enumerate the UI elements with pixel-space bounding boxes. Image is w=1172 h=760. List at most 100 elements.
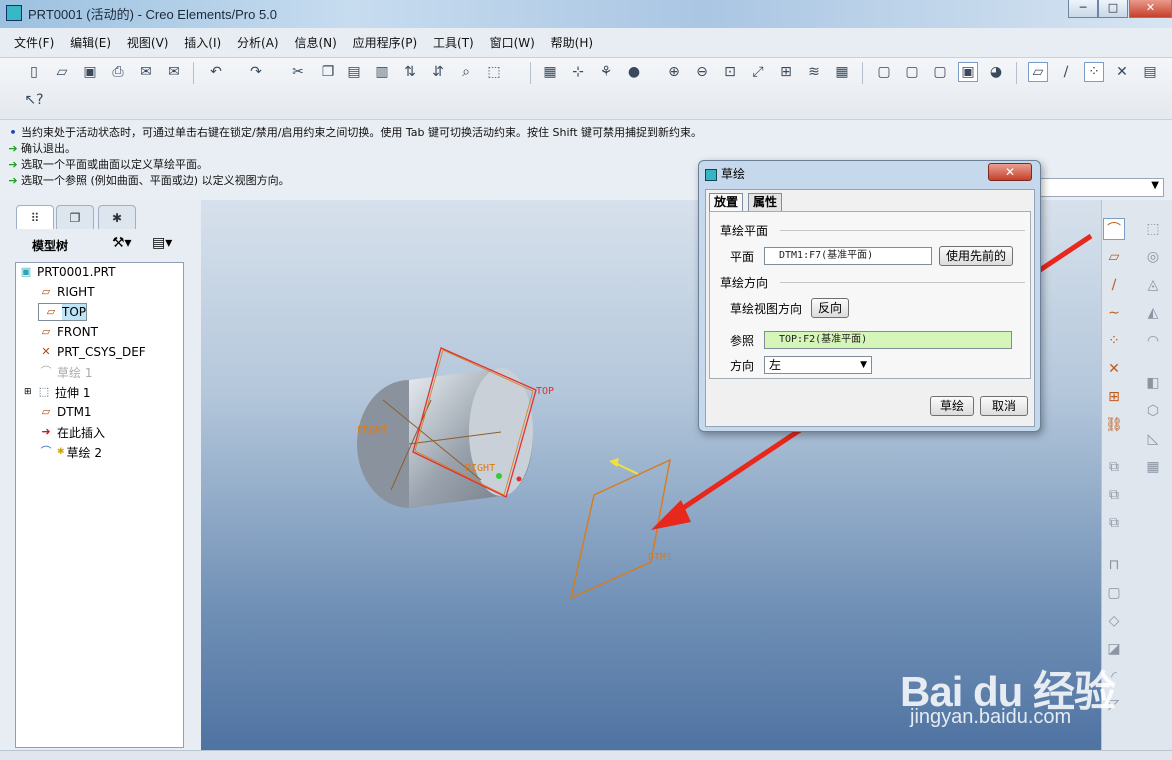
copy-icon[interactable]: ❐	[318, 62, 338, 82]
hidden-line-icon[interactable]: ▢	[902, 62, 922, 82]
hole-tool-icon[interactable]: ⊓	[1103, 554, 1125, 576]
wireframe-icon[interactable]: ▢	[874, 62, 894, 82]
tree-settings-icon[interactable]: ⚒▾	[112, 235, 132, 251]
menu-tools[interactable]: 工具(T)	[427, 28, 480, 58]
extrude-tool-icon[interactable]: ⬚	[1142, 218, 1164, 240]
boundary-tool-icon[interactable]: ◠	[1142, 330, 1164, 352]
copy-feature-icon[interactable]: ⧉	[1103, 456, 1125, 478]
context-help-icon[interactable]: ↖?	[24, 90, 44, 110]
close-window-button[interactable]: ✕	[1129, 0, 1172, 18]
menu-applications[interactable]: 应用程序(P)	[347, 28, 424, 58]
menu-view[interactable]: 视图(V)	[121, 28, 175, 58]
tab-model-tree[interactable]: ⠿	[16, 205, 54, 229]
tab-folder-browser[interactable]: ❐	[56, 205, 94, 229]
datum-point-display-icon[interactable]: ⁘	[1084, 62, 1104, 82]
refit-icon[interactable]: ⊡	[720, 62, 740, 82]
print-icon[interactable]: ⎙	[108, 62, 128, 82]
saved-views-icon[interactable]: ⊞	[776, 62, 796, 82]
tree-item-right[interactable]: ▱ RIGHT	[38, 283, 95, 301]
redo-icon[interactable]: ↷	[246, 62, 266, 82]
datum-axis-display-icon[interactable]: ∕	[1056, 62, 1076, 82]
cancel-button[interactable]: 取消	[980, 396, 1028, 416]
minimize-button[interactable]: ─	[1068, 0, 1098, 18]
sketch-ok-button[interactable]: 草绘	[930, 396, 974, 416]
mirror-feature-icon[interactable]: ⧉	[1103, 512, 1125, 534]
regen-manager-icon[interactable]: ⇵	[428, 62, 448, 82]
use-previous-button[interactable]: 使用先前的	[939, 246, 1013, 266]
shaded-icon[interactable]: ▣	[958, 62, 978, 82]
maximize-button[interactable]: □	[1098, 0, 1128, 18]
datum-display-icon[interactable]: ⊹	[568, 62, 588, 82]
trim-tool-icon[interactable]: ⬡	[1142, 400, 1164, 422]
revolve-tool-icon[interactable]: ◎	[1142, 246, 1164, 268]
layers-icon[interactable]: ≋	[804, 62, 824, 82]
tree-item-part[interactable]: ▣ PRT0001.PRT	[18, 263, 116, 281]
open-file-icon[interactable]: ▱	[52, 62, 72, 82]
selection-box-icon[interactable]: ⬚	[484, 62, 504, 82]
dialog-close-button[interactable]: ✕	[988, 163, 1032, 181]
datum-curve-tool-icon[interactable]: ∼	[1103, 302, 1125, 324]
menu-info[interactable]: 信息(N)	[288, 28, 342, 58]
paste-special-icon[interactable]: ▥	[372, 62, 392, 82]
panel-splitter[interactable]	[193, 380, 201, 550]
rib-tool-icon[interactable]: ◇	[1103, 610, 1125, 632]
enhanced-realism-icon[interactable]: ◕	[986, 62, 1006, 82]
tree-columns-icon[interactable]: ▤▾	[152, 235, 172, 251]
shading-icon[interactable]: ●	[624, 62, 644, 82]
datum-point-tool-icon[interactable]: ⁘	[1103, 330, 1125, 352]
menu-insert[interactable]: 插入(I)	[178, 28, 227, 58]
zoom-in-icon[interactable]: ⊕	[664, 62, 684, 82]
sweep-tool-icon[interactable]: ◬	[1142, 274, 1164, 296]
reference-field[interactable]: TOP:F2(基准平面)	[764, 331, 1012, 349]
orientation-select[interactable]: 左 ▼	[764, 356, 872, 374]
datum-axis-tool-icon[interactable]: ∕	[1103, 274, 1125, 296]
analysis-tool-icon[interactable]: ⊞	[1103, 386, 1125, 408]
expand-icon[interactable]: ⊞	[24, 387, 36, 397]
paste-feature-icon[interactable]: ⧉	[1103, 484, 1125, 506]
menu-analysis[interactable]: 分析(A)	[231, 28, 285, 58]
reorient-icon[interactable]: ⤢	[748, 62, 768, 82]
blend-tool-icon[interactable]: ◭	[1142, 302, 1164, 324]
flip-button[interactable]: 反向	[811, 298, 849, 318]
cut-icon[interactable]: ✂	[288, 62, 308, 82]
regenerate-icon[interactable]: ⇅	[400, 62, 420, 82]
tab-favorites[interactable]: ✱	[98, 205, 136, 229]
pattern-tool-icon[interactable]: ▦	[1142, 456, 1164, 478]
zoom-out-icon[interactable]: ⊖	[692, 62, 712, 82]
menu-file[interactable]: 文件(F)	[8, 28, 60, 58]
datum-plane-tool-icon[interactable]: ▱	[1103, 246, 1125, 268]
csys-display-icon[interactable]: ✕	[1112, 62, 1132, 82]
tree-item-front[interactable]: ▱ FRONT	[38, 323, 98, 341]
tree-item-sketch2[interactable]: ⌒ ✱ 草绘 2	[38, 443, 103, 461]
tab-properties[interactable]: 属性	[748, 193, 783, 211]
chain-tool-icon[interactable]: ⛓	[1103, 414, 1125, 436]
menu-window[interactable]: 窗口(W)	[484, 28, 541, 58]
tree-item-sketch1[interactable]: ⌒ 草绘 1	[38, 363, 93, 381]
shell-tool-icon[interactable]: ▢	[1103, 582, 1125, 604]
sketch-tool-icon[interactable]: ▦	[540, 62, 560, 82]
csys-tool-icon[interactable]: ✕	[1103, 358, 1125, 380]
sketch-feature-icon[interactable]: ⌒	[1103, 218, 1125, 240]
layer-icon[interactable]: ⚘	[596, 62, 616, 82]
send-mail-icon[interactable]: ✉	[136, 62, 156, 82]
offset-tool-icon[interactable]: ◺	[1142, 428, 1164, 450]
filter-dropdown[interactable]: ▼	[1040, 178, 1164, 197]
no-hidden-icon[interactable]: ▢	[930, 62, 950, 82]
annotation-display-icon[interactable]: ▤	[1140, 62, 1160, 82]
menu-help[interactable]: 帮助(H)	[545, 28, 599, 58]
merge-tool-icon[interactable]: ◧	[1142, 372, 1164, 394]
save-icon[interactable]: ▣	[80, 62, 100, 82]
tree-item-top[interactable]: ▱ TOP	[38, 303, 88, 321]
find-icon[interactable]: ⌕	[456, 62, 476, 82]
send-link-icon[interactable]: ✉	[164, 62, 184, 82]
undo-icon[interactable]: ↶	[206, 62, 226, 82]
paste-icon[interactable]: ▤	[344, 62, 364, 82]
tree-item-dtm1[interactable]: ▱ DTM1	[38, 403, 92, 421]
plane-field[interactable]: DTM1:F7(基准平面)	[764, 247, 932, 265]
tree-item-extrude1[interactable]: ⊞ ⬚ 拉伸 1	[24, 383, 90, 401]
tree-item-insert-here[interactable]: ➜ 在此插入	[38, 423, 105, 441]
menu-edit[interactable]: 编辑(E)	[64, 28, 117, 58]
tab-placement[interactable]: 放置	[709, 193, 744, 212]
tree-item-csys[interactable]: ✕ PRT_CSYS_DEF	[38, 343, 145, 361]
datum-plane-display-icon[interactable]: ▱	[1028, 62, 1048, 82]
